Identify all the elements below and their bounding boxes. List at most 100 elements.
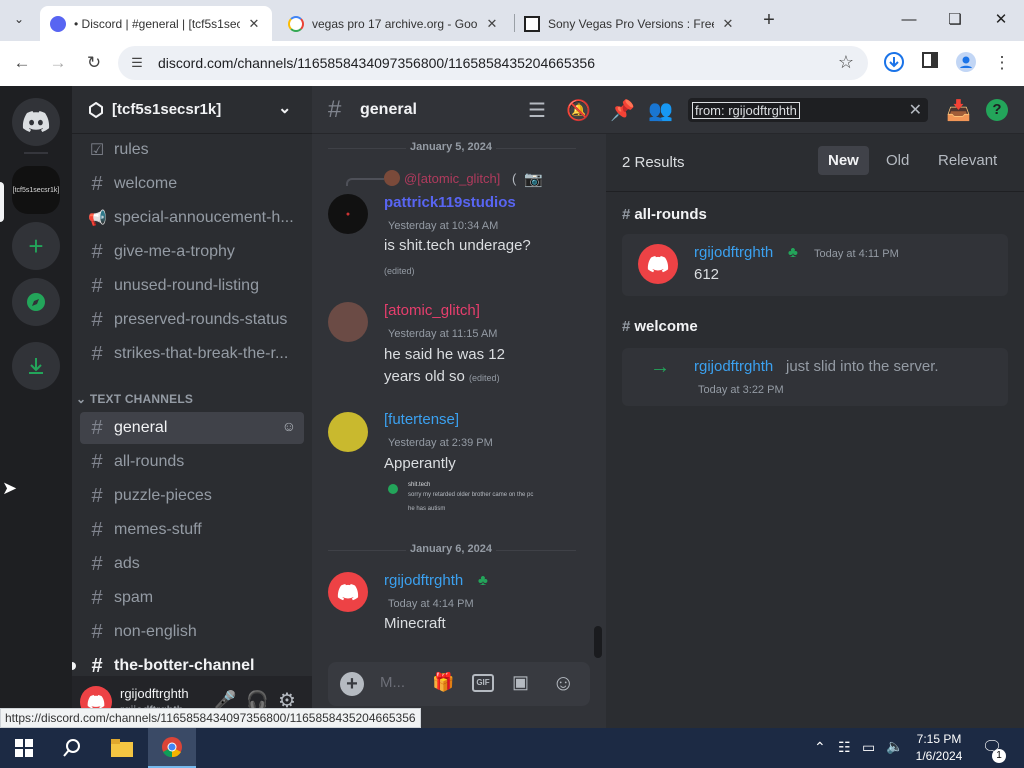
server-header[interactable]: [tcf5s1secsr1k] ⌄ [72,86,312,134]
sticker-icon[interactable]: ▣ [512,672,529,693]
message-text: is shit.tech underage? [384,237,531,254]
sort-relevant-tab[interactable]: Relevant [938,152,997,169]
network-icon[interactable]: ▭ [862,739,875,756]
search-result-card[interactable]: rgijodftrghth ♣ Today at 4:11 PM 612 [622,234,1008,296]
google-favicon-icon [288,15,304,32]
channel-welcome[interactable]: # welcome [80,168,304,200]
date-divider-label: January 6, 2024 [406,543,496,555]
search-query[interactable]: from: rgijodftrghth [692,102,800,119]
embed-avatar [388,484,398,494]
channel-strikes-that-break[interactable]: # strikes-that-break-the-r... [80,338,304,370]
tray-app-icon[interactable]: ☷ [838,739,851,756]
tab-archive-org[interactable]: Sony Vegas Pro Versions : Free ✕ [514,6,746,41]
tab-discord[interactable]: • Discord | #general | [tcf5s1sec ✕ [40,6,272,41]
clock-date[interactable]: 1/6/2024 [912,749,966,763]
hash-icon: # [91,654,103,677]
member-list-icon[interactable]: 👥 [648,98,673,123]
message-author[interactable]: pattrick119studios [384,194,516,211]
inbox-icon[interactable]: 📥 [946,98,971,123]
channel-rules[interactable]: ☑ rules [80,134,304,166]
hash-icon: # [91,172,103,195]
threads-icon[interactable]: ☰ [528,98,546,123]
close-window-icon[interactable]: ✕ [986,8,1016,32]
side-panel-icon[interactable] [918,51,942,75]
create-invite-icon[interactable]: ☺ [282,418,296,434]
channel-give-me-a-trophy[interactable]: # give-me-a-trophy [80,236,304,268]
emoji-icon[interactable]: ☺ [552,670,574,696]
tab-close-icon[interactable]: ✕ [720,16,736,32]
result-author[interactable]: rgijodftrghth [694,358,773,375]
result-author[interactable]: rgijodftrghth [694,244,773,261]
pinned-messages-icon[interactable]: 📌 [610,98,635,123]
reload-icon[interactable]: ↻ [82,51,106,75]
rules-icon: ☑ [89,142,105,159]
gift-icon[interactable]: 🎁 [432,672,454,693]
channel-special-annoucement[interactable]: 📢 special-annoucement-h... [80,202,304,234]
windows-start-icon[interactable] [0,728,48,768]
search-icon[interactable] [48,728,96,768]
avatar[interactable] [328,412,368,452]
restore-icon[interactable]: ❏ [940,8,970,32]
chrome-taskbar-icon[interactable] [148,728,196,768]
channel-puzzle-pieces[interactable]: # puzzle-pieces [80,480,304,512]
reply-author[interactable]: @[atomic_glitch] [404,171,500,186]
scrollbar-thumb[interactable] [594,626,602,658]
bookmark-star-icon[interactable]: ☆ [838,52,854,73]
attach-plus-icon[interactable]: + [340,672,364,696]
sort-old-tab[interactable]: Old [886,152,909,169]
site-info-icon[interactable]: ☰ [128,54,146,72]
search-result-card[interactable]: → rgijodftrghth just slid into the serve… [622,348,1008,406]
sort-new-tab[interactable]: New [818,146,869,175]
tab-close-icon[interactable]: ✕ [484,16,500,32]
channel-memes-stuff[interactable]: # memes-stuff [80,514,304,546]
back-arrow-icon[interactable]: ← [10,51,34,75]
clear-search-icon[interactable]: ✕ [909,100,922,120]
channel-preserved-rounds-status[interactable]: # preserved-rounds-status [80,304,304,336]
download-apps-button[interactable] [12,342,60,390]
avatar[interactable]: ● [328,194,368,234]
explore-servers-button[interactable] [12,278,60,326]
message-author[interactable]: [atomic_glitch] [384,302,480,319]
tab-google-search[interactable]: vegas pro 17 archive.org - Goo ✕ [278,6,510,41]
gif-icon[interactable]: GIF [472,674,494,692]
avatar[interactable] [328,302,368,342]
tab-search-chevron-icon[interactable]: ⌄ [8,8,30,30]
tray-chevron-icon[interactable]: ⌃ [814,739,826,756]
channel-general[interactable]: # general ☺ [80,412,304,444]
tab-close-icon[interactable]: ✕ [246,16,262,32]
channel-non-english[interactable]: # non-english [80,616,304,648]
embedded-image[interactable]: shit.tech sorry my retarded older brothe… [384,480,544,520]
channel-unused-round-listing[interactable]: # unused-round-listing [80,270,304,302]
message-author[interactable]: [futertense] [384,411,459,428]
address-bar[interactable]: ☰ discord.com/channels/11658584340973568… [118,46,868,80]
address-url[interactable]: discord.com/channels/1165858434097356800… [158,55,595,71]
result-channel-heading[interactable]: # all-rounds [622,206,707,223]
message-composer[interactable]: + M... 🎁 GIF ▣ ☺ [328,662,590,706]
minimize-icon[interactable]: — [894,8,924,32]
profile-icon[interactable] [954,51,978,75]
help-icon[interactable]: ? [986,99,1008,121]
category-text-channels[interactable]: ⌄ TEXT CHANNELS [76,392,193,406]
channel-ads[interactable]: # ads [80,548,304,580]
download-icon[interactable] [882,51,906,75]
clock-time[interactable]: 7:15 PM [912,732,966,746]
new-tab-button[interactable]: + [758,10,780,32]
chrome-menu-icon[interactable]: ⋮ [990,51,1014,75]
forward-arrow-icon[interactable]: → [46,51,70,75]
channel-all-rounds[interactable]: # all-rounds [80,446,304,478]
server-name: [tcf5s1secsr1k] [112,101,222,118]
channel-name: all-rounds [114,453,185,470]
notification-bell-muted-icon[interactable]: 🔕 [566,98,591,123]
message-author[interactable]: rgijodftrghth [384,572,463,589]
result-channel-heading[interactable]: # welcome [622,318,698,335]
search-box[interactable]: from: rgijodftrghth ✕ [688,98,928,122]
composer-input[interactable]: M... [380,674,405,691]
channel-spam[interactable]: # spam [80,582,304,614]
discord-home-button[interactable] [12,98,60,146]
tab-title: Sony Vegas Pro Versions : Free [548,16,714,31]
add-server-button[interactable]: + [12,222,60,270]
server-icon-tcf5s1secsr1k[interactable]: [tcf5s1secsr1k] [12,166,60,214]
avatar[interactable] [328,572,368,612]
volume-muted-icon[interactable]: 🔈 [886,738,903,755]
file-explorer-icon[interactable] [98,728,146,768]
